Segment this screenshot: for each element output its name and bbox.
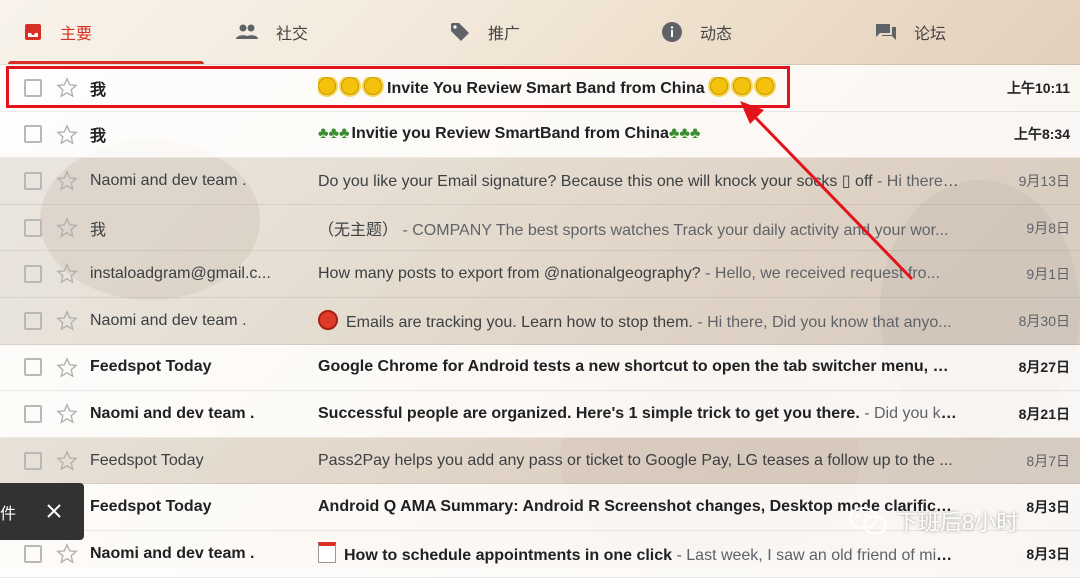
- arrow-annotation: [740, 101, 914, 281]
- close-icon[interactable]: [46, 503, 62, 519]
- watermark: 下班后8小时: [848, 505, 1018, 537]
- snackbar: 件: [0, 483, 84, 540]
- wechat-icon: [849, 507, 887, 535]
- snackbar-text: 件: [0, 505, 17, 523]
- watermark-text: 下班后8小时: [896, 510, 1019, 535]
